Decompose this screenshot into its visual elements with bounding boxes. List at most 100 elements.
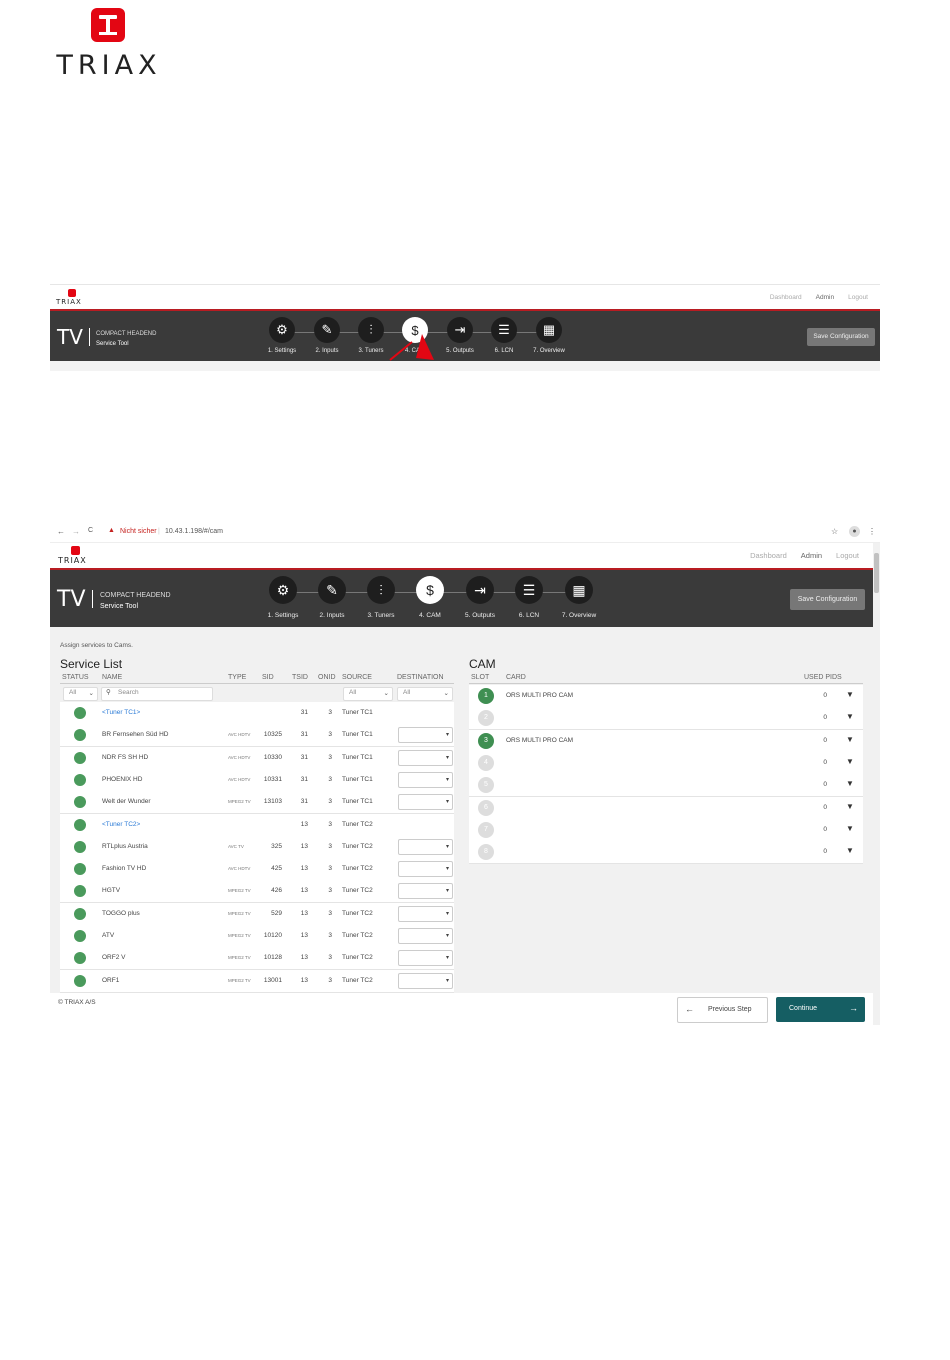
- service-name[interactable]: <Tuner TC2>: [102, 821, 140, 828]
- dashboard-link[interactable]: Dashboard: [750, 551, 787, 560]
- previous-step-button[interactable]: ← Previous Step: [677, 997, 768, 1023]
- cam-slot-row[interactable]: 5 0 ▼: [469, 774, 863, 798]
- expand-arrow-icon[interactable]: ▼: [846, 802, 854, 811]
- screen2-triax-logo[interactable]: TRIAX: [58, 546, 94, 566]
- destination-select[interactable]: ▾: [398, 928, 453, 944]
- search-input[interactable]: ⚲ Search: [101, 687, 213, 701]
- expand-arrow-icon[interactable]: ▼: [846, 712, 854, 721]
- destination-filter[interactable]: All ⌄: [397, 687, 453, 701]
- source-filter[interactable]: All ⌄: [343, 687, 393, 701]
- save-configuration-button[interactable]: Save Configuration: [807, 328, 875, 346]
- status-indicator: [74, 818, 86, 831]
- caret-down-icon: ▾: [445, 732, 449, 739]
- destination-select[interactable]: ▾: [398, 727, 453, 744]
- admin-link[interactable]: Admin: [816, 294, 834, 301]
- col-card: CARD: [506, 674, 526, 681]
- back-icon[interactable]: ←: [57, 527, 65, 536]
- reload-icon[interactable]: C: [88, 527, 93, 534]
- service-row[interactable]: ATV MPEG2 TV 10120 13 3 Tuner TC2 ▾: [60, 925, 454, 948]
- destination-select[interactable]: ▾: [398, 771, 453, 788]
- service-onid: 3: [328, 887, 332, 895]
- continue-button[interactable]: Continue →: [776, 997, 865, 1022]
- col-type: TYPE: [228, 674, 247, 681]
- plug-icon: ✎: [318, 576, 346, 604]
- bookmark-star-icon[interactable]: ☆: [831, 527, 838, 536]
- cam-slot-row[interactable]: 6 0 ▼: [469, 796, 863, 820]
- profile-icon[interactable]: ●: [849, 526, 860, 537]
- service-row[interactable]: HGTV MPEG2 TV 426 13 3 Tuner TC2 ▾: [60, 880, 454, 904]
- service-row[interactable]: ORF1 MPEG2 TV 13001 13 3 Tuner TC2 ▾: [60, 969, 454, 993]
- service-row[interactable]: <Tuner TC1> 31 3 Tuner TC1: [60, 702, 454, 725]
- destination-select[interactable]: ▾: [398, 838, 453, 855]
- destination-select[interactable]: ▾: [398, 861, 453, 878]
- cam-slot-row[interactable]: 7 0 ▼: [469, 818, 863, 842]
- dashboard-link[interactable]: Dashboard: [770, 294, 802, 301]
- screen1-triax-logo[interactable]: TRIAX: [56, 289, 88, 307]
- service-source: Tuner TC2: [342, 820, 373, 828]
- save-configuration-button[interactable]: Save Configuration: [790, 589, 865, 610]
- nav-step-7[interactable]: ▦ 7. Overview: [519, 317, 579, 354]
- expand-arrow-icon[interactable]: ▼: [846, 735, 854, 744]
- service-onid: 3: [328, 976, 332, 984]
- service-name: TOGGO plus: [102, 909, 140, 917]
- service-tsid: 13: [300, 932, 308, 939]
- destination-select[interactable]: ▾: [398, 883, 453, 900]
- col-destination: DESTINATION: [397, 674, 444, 681]
- admin-link[interactable]: Admin: [801, 551, 822, 560]
- service-row[interactable]: NDR FS SH HD AVC HDTV 10330 31 3 Tuner TC1 ▾: [60, 746, 454, 770]
- service-onid: 3: [328, 709, 332, 716]
- expand-arrow-icon[interactable]: ▼: [846, 824, 854, 833]
- service-name: ORF1: [102, 976, 120, 984]
- service-onid: 3: [328, 842, 332, 850]
- cam-slot-row[interactable]: 8 0 ▼: [469, 841, 863, 865]
- nav-step-7[interactable]: ▦ 7. Overview: [549, 576, 609, 619]
- cam-slot-row[interactable]: 4 0 ▼: [469, 751, 863, 775]
- logout-link[interactable]: Logout: [836, 551, 859, 560]
- nav-step-label: 7. Overview: [561, 612, 597, 619]
- service-name[interactable]: <Tuner TC1>: [102, 709, 140, 716]
- service-type: MPEG2 TV: [228, 888, 251, 894]
- expand-arrow-icon[interactable]: ▼: [846, 779, 854, 788]
- page-scrollbar[interactable]: [873, 543, 880, 1025]
- service-row[interactable]: RTLplus Austria AVC TV 325 13 3 Tuner TC2 ▾: [60, 835, 454, 859]
- cam-slot-row[interactable]: 3 ORS MULTI PRO CAM 0 ▼: [469, 729, 863, 753]
- destination-select[interactable]: ▾: [398, 794, 453, 811]
- service-onid: 3: [328, 954, 332, 962]
- expand-arrow-icon[interactable]: ▼: [846, 690, 854, 699]
- service-sid: 426: [271, 887, 282, 895]
- service-onid: 3: [328, 775, 332, 783]
- service-row[interactable]: Welt der Wunder MPEG2 TV 13103 31 3 Tuner TC1…: [60, 791, 454, 815]
- tv-label: TV: [57, 587, 86, 612]
- caret-down-icon: ▾: [445, 888, 449, 895]
- service-row[interactable]: Fashion TV HD AVC HDTV 425 13 3 Tuner TC2 ▾: [60, 858, 454, 882]
- destination-select[interactable]: ▾: [398, 972, 453, 989]
- status-indicator: [74, 885, 86, 898]
- status-filter[interactable]: All ⌄: [63, 687, 98, 701]
- col-used-pids: USED PIDS: [804, 674, 842, 681]
- service-row[interactable]: <Tuner TC2> 13 3 Tuner TC2: [60, 813, 454, 837]
- service-source: Tuner TC1: [342, 731, 373, 739]
- cam-slot-row[interactable]: 2 0 ▼: [469, 707, 863, 731]
- service-type: MPEG2 TV: [228, 910, 251, 916]
- service-source: Tuner TC2: [342, 842, 373, 850]
- destination-select[interactable]: ▾: [398, 905, 453, 922]
- service-row[interactable]: ORF2 V MPEG2 TV 10128 13 3 Tuner TC2 ▾: [60, 947, 454, 971]
- expand-arrow-icon[interactable]: ▼: [846, 846, 854, 855]
- service-row[interactable]: TOGGO plus MPEG2 TV 529 13 3 Tuner TC2 ▾: [60, 902, 454, 926]
- col-tsid: TSID: [292, 674, 308, 681]
- slot-number-badge: 8: [478, 844, 494, 861]
- slot-number-badge: 1: [478, 688, 494, 704]
- grid-icon: ▦: [536, 317, 562, 343]
- service-row[interactable]: PHOENIX HD AVC HDTV 10331 31 3 Tuner TC1 ▾: [60, 768, 454, 792]
- service-row[interactable]: BR Fernsehen Süd HD AVC HDTV 10325 31 3 Tuner…: [60, 724, 454, 748]
- expand-arrow-icon[interactable]: ▼: [846, 757, 854, 766]
- caret-down-icon: ▾: [445, 910, 449, 917]
- cam-slot-row[interactable]: 1 ORS MULTI PRO CAM 0 ▼: [469, 685, 863, 708]
- destination-select[interactable]: ▾: [398, 749, 453, 766]
- screen1-topbar: TRIAX Dashboard Admin Logout: [50, 284, 880, 311]
- forward-icon[interactable]: →: [72, 527, 80, 536]
- destination-select[interactable]: ▾: [398, 950, 453, 967]
- browser-menu-icon[interactable]: ⋮: [868, 527, 876, 536]
- logout-link[interactable]: Logout: [848, 294, 868, 301]
- url-field[interactable]: 10.43.1.198/#/cam: [165, 528, 223, 535]
